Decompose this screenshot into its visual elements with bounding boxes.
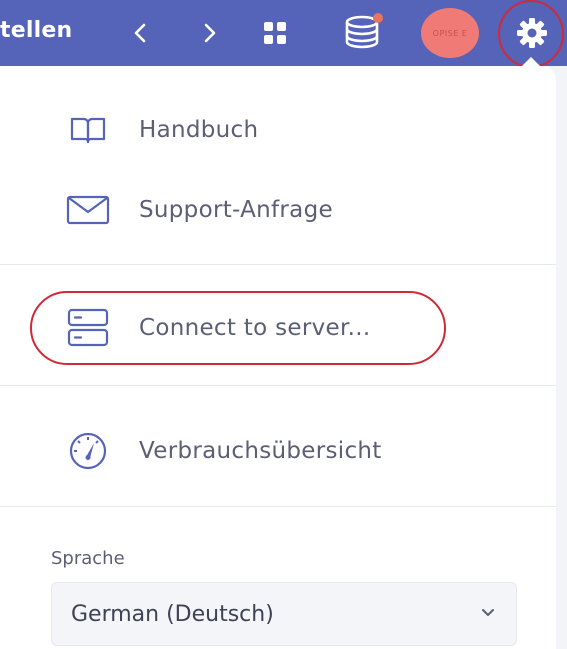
connect-highlight-oval (30, 291, 446, 365)
forward-button[interactable] (192, 16, 226, 50)
apps-button[interactable] (258, 16, 292, 50)
grid-icon (264, 22, 286, 44)
menu-item-label: Verbrauchsübersicht (139, 438, 382, 464)
menu-item-handbuch[interactable]: Handbuch (0, 100, 556, 160)
gauge-icon (64, 431, 112, 471)
avatar-text: OPISE E (432, 28, 468, 38)
chevron-left-icon (134, 23, 146, 43)
chevron-right-icon (204, 23, 216, 43)
language-label: Sprache (51, 548, 125, 569)
menu-item-label: Support-Anfrage (139, 197, 333, 223)
dropdown-caret (520, 57, 542, 68)
divider (0, 385, 556, 386)
top-bar: tellen OPISE E (0, 0, 567, 66)
envelope-icon (64, 190, 112, 230)
database-button[interactable] (342, 12, 388, 52)
menu-item-verbrauchsuebersicht[interactable]: Verbrauchsübersicht (0, 421, 556, 481)
book-icon (64, 110, 112, 150)
header-title: tellen (0, 18, 73, 43)
language-select-value: German (Deutsch) (71, 601, 274, 627)
chevron-down-icon (482, 609, 494, 616)
back-button[interactable] (124, 16, 158, 50)
divider (0, 506, 556, 507)
menu-item-label: Handbuch (139, 117, 259, 143)
divider (0, 264, 556, 265)
notification-dot (373, 13, 383, 23)
language-select[interactable]: German (Deutsch) (51, 582, 517, 646)
database-icon (345, 13, 383, 49)
avatar[interactable]: OPISE E (421, 8, 479, 58)
menu-item-support-anfrage[interactable]: Support-Anfrage (0, 180, 556, 240)
